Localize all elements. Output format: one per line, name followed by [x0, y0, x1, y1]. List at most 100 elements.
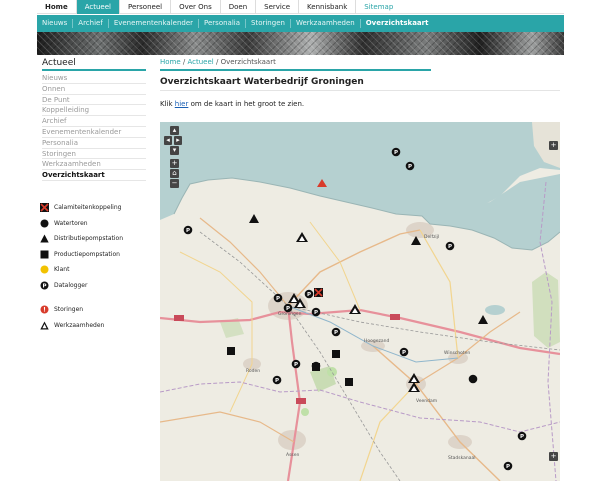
place-label-assen: Assen — [286, 452, 300, 458]
zoom-out-button[interactable]: − — [170, 179, 179, 188]
datalogger-marker[interactable]: P — [283, 303, 293, 313]
subnav-storingen[interactable]: Storingen — [246, 19, 291, 28]
sidebar-item-koppelleiding[interactable]: Koppelleiding — [42, 105, 146, 117]
datalogger-marker[interactable]: P — [273, 293, 283, 303]
tab-personeel[interactable]: Personeel — [120, 0, 172, 14]
legend-item: Werkzaamheden — [40, 318, 150, 334]
sub-navigation: Nieuws Archief Evenementenkalender Perso… — [37, 15, 564, 32]
svg-text:P: P — [520, 434, 524, 440]
place-label-delfzijl: Delfzijl — [424, 234, 439, 240]
tab-service[interactable]: Service — [256, 0, 300, 14]
svg-text:P: P — [307, 292, 311, 298]
sidebar-item-de-punt[interactable]: De Punt — [42, 95, 146, 106]
enlarge-map-link[interactable]: hier — [175, 100, 189, 108]
subnav-personalia[interactable]: Personalia — [199, 19, 247, 28]
production-station-icon — [40, 250, 49, 259]
pan-right-button[interactable]: ▸ — [174, 136, 182, 145]
overview-toggle-button[interactable]: + — [549, 452, 558, 461]
zoom-in-button[interactable]: + — [170, 159, 179, 168]
pan-left-button[interactable]: ◂ — [164, 136, 172, 145]
datalogger-marker[interactable]: P — [304, 289, 314, 299]
legend-item: Watertoren — [40, 216, 150, 232]
pan-up-button[interactable]: ▴ — [170, 126, 179, 135]
park — [327, 367, 337, 377]
water-tower-marker[interactable] — [468, 374, 478, 384]
subnav-werkzaamheden[interactable]: Werkzaamheden — [291, 19, 361, 28]
tab-over-ons[interactable]: Over Ons — [171, 0, 221, 14]
sidebar-item-storingen[interactable]: Storingen — [42, 149, 146, 160]
pan-down-button[interactable]: ▾ — [170, 146, 179, 155]
subnav-nieuws[interactable]: Nieuws — [37, 19, 74, 28]
datalogger-marker[interactable]: P — [291, 359, 301, 369]
svg-text:P: P — [506, 464, 510, 470]
sidebar-item-onnen[interactable]: Onnen — [42, 84, 146, 95]
tab-home[interactable]: Home — [37, 0, 77, 14]
works-icon — [40, 321, 49, 330]
datalogger-marker[interactable]: P — [272, 375, 282, 385]
production-station-marker[interactable] — [332, 350, 340, 358]
header-banner — [37, 32, 564, 55]
breadcrumb-actueel[interactable]: Actueel — [187, 58, 213, 66]
production-station-marker[interactable] — [312, 363, 320, 371]
svg-text:P: P — [276, 296, 280, 302]
datalogger-marker[interactable]: P — [183, 225, 193, 235]
production-station-marker[interactable] — [227, 347, 235, 355]
calamity-coupling-marker[interactable] — [314, 288, 323, 297]
tab-actueel[interactable]: Actueel — [76, 0, 120, 14]
legend-item: Klant — [40, 262, 150, 278]
outage-icon: ! — [40, 305, 49, 314]
datalogger-marker[interactable]: P — [331, 327, 341, 337]
intro-text-before: Klik — [160, 100, 175, 108]
sidebar-title: Actueel — [42, 58, 146, 71]
datalogger-marker[interactable]: P — [517, 431, 527, 441]
datalogger-marker[interactable]: P — [391, 147, 401, 157]
svg-text:P: P — [294, 362, 298, 368]
subnav-archief[interactable]: Archief — [73, 19, 109, 28]
tab-sitemap[interactable]: Sitemap — [356, 0, 401, 14]
datalogger-marker[interactable]: P — [399, 347, 409, 357]
zoom-world-button[interactable]: ⌂ — [170, 169, 179, 178]
subnav-overzichtskaart[interactable]: Overzichtskaart — [361, 19, 434, 28]
sidebar-item-werkzaamheden[interactable]: Werkzaamheden — [42, 159, 146, 171]
legend-label: Datalogger — [54, 281, 88, 289]
svg-text:P: P — [394, 150, 398, 156]
svg-text:P: P — [334, 330, 338, 336]
sidebar-menu: Nieuws Onnen De Punt Koppelleiding Archi… — [42, 73, 146, 181]
legend-label: Klant — [54, 266, 70, 274]
datalogger-marker[interactable]: P — [503, 461, 513, 471]
svg-text:P: P — [402, 350, 406, 356]
layer-switcher-button[interactable]: + — [549, 141, 558, 150]
datalogger-marker[interactable]: P — [445, 241, 455, 251]
place-label-roden: Roden — [246, 368, 260, 374]
park — [301, 408, 309, 416]
intro-text-after: om de kaart in het groot te zien. — [188, 100, 305, 108]
place-label-stadskanaal: Stadskanaal — [448, 455, 475, 461]
datalogger-marker[interactable]: P — [311, 307, 321, 317]
legend-item: Productiepompstation — [40, 247, 150, 263]
overview-map[interactable]: P P P P P P P P P P P P P P P — [160, 122, 560, 481]
svg-text:P: P — [448, 244, 452, 250]
water-tower-icon — [40, 219, 49, 228]
lake — [485, 305, 505, 315]
sidebar-item-nieuws[interactable]: Nieuws — [42, 73, 146, 84]
calamity-coupling-icon — [40, 203, 49, 213]
sidebar-item-evenementenkalender[interactable]: Evenementenkalender — [42, 127, 146, 138]
legend-item: Calamiteitenkoppeling — [40, 200, 150, 216]
legend-label: Calamiteitenkoppeling — [54, 204, 122, 212]
place-label-winschoten: Winschoten — [444, 350, 470, 356]
production-station-marker[interactable] — [345, 378, 353, 386]
breadcrumb-current: Overzichtskaart — [220, 58, 276, 66]
svg-text:P: P — [275, 378, 279, 384]
tab-kennisbank[interactable]: Kennisbank — [299, 0, 357, 14]
sidebar-item-archief[interactable]: Archief — [42, 116, 146, 127]
sidebar-item-personalia[interactable]: Personalia — [42, 138, 146, 149]
tab-doen[interactable]: Doen — [221, 0, 257, 14]
place-label-hoogezand: Hoogezand — [364, 338, 389, 344]
legend-spacer — [40, 293, 150, 302]
subnav-evenementenkalender[interactable]: Evenementenkalender — [109, 19, 200, 28]
svg-text:P: P — [408, 164, 412, 170]
map-canvas: P P P P P P P P P P P P P P P — [160, 122, 560, 481]
sidebar-item-overzichtskaart[interactable]: Overzichtskaart — [42, 170, 146, 181]
datalogger-marker[interactable]: P — [405, 161, 415, 171]
breadcrumb-home[interactable]: Home — [160, 58, 181, 66]
